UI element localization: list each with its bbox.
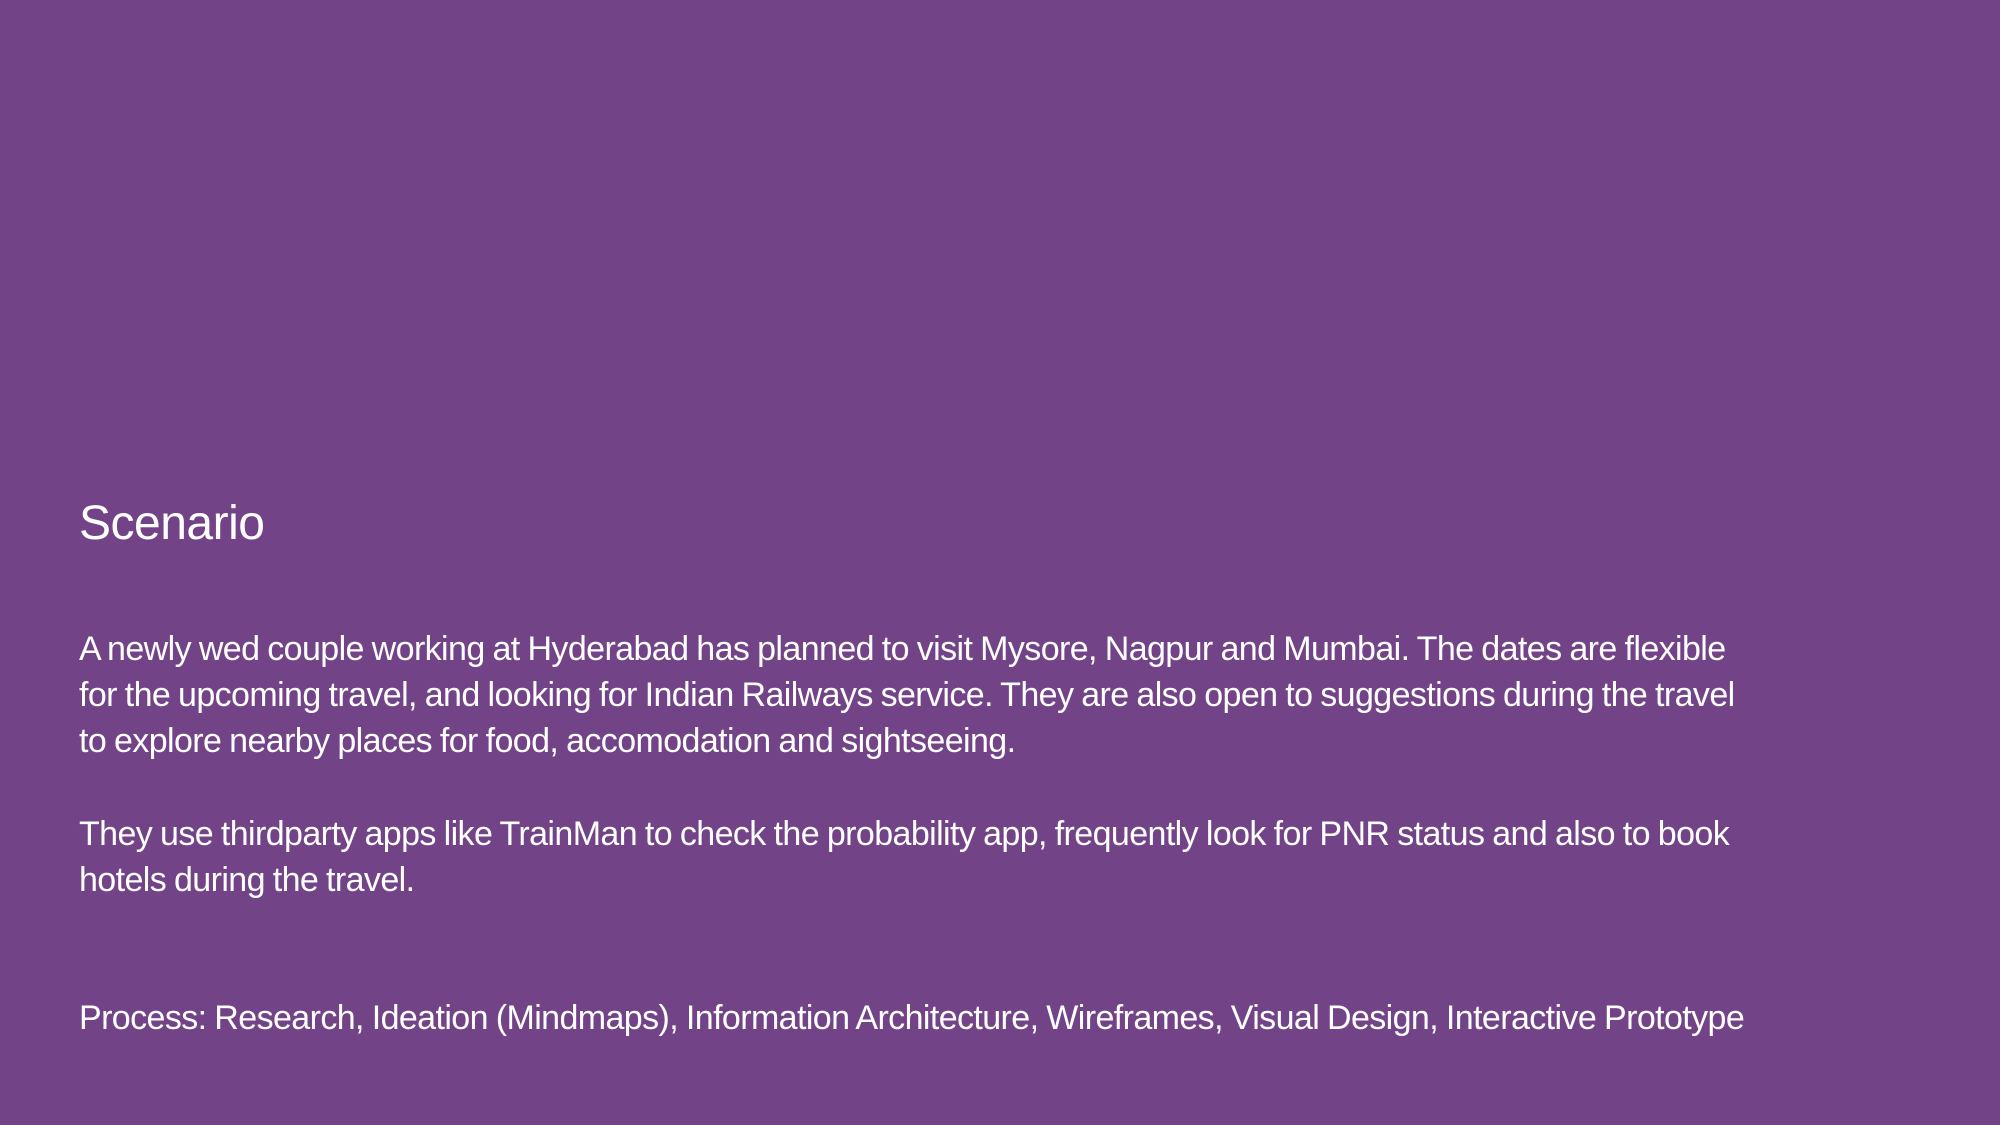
slide-title: Scenario [79, 497, 265, 550]
paragraph-line: for the upcoming travel, and looking for… [79, 676, 1735, 714]
scenario-paragraph-2: They use thirdparty apps like TrainMan t… [79, 811, 1959, 903]
paragraph-line: hotels during the travel. [79, 861, 415, 899]
scenario-slide: Scenario A newly wed couple working at H… [0, 0, 2000, 1125]
paragraph-line: They use thirdparty apps like TrainMan t… [79, 815, 1730, 853]
scenario-paragraph-1: A newly wed couple working at Hyderabad … [79, 626, 1959, 764]
paragraph-line: A newly wed couple working at Hyderabad … [79, 630, 1726, 668]
paragraph-line: to explore nearby places for food, accom… [79, 722, 1016, 760]
process-line: Process: Research, Ideation (Mindmaps), … [79, 999, 1745, 1037]
